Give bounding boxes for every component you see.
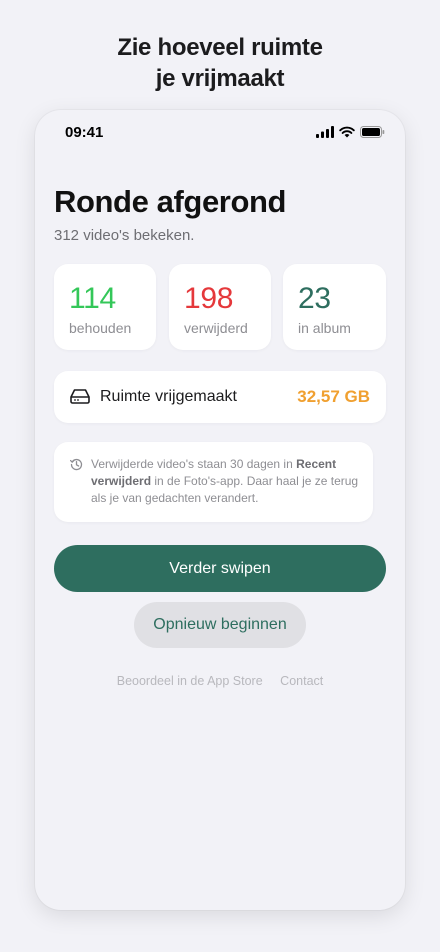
status-time: 09:41: [65, 124, 104, 141]
contact-link[interactable]: Contact: [280, 674, 323, 688]
stat-label: verwijderd: [184, 320, 248, 336]
stat-label: in album: [298, 320, 351, 336]
wifi-icon: [339, 126, 355, 138]
continue-swiping-button[interactable]: Verder swipen: [54, 545, 386, 592]
rate-app-store-link[interactable]: Beoordeel in de App Store: [117, 674, 263, 688]
history-clock-icon: [70, 458, 83, 471]
stat-value: 198: [184, 282, 234, 315]
info-text: Verwijderde video's staan 30 dagen in Re…: [91, 456, 363, 507]
phone-screen: 09:41 Ronde afgerond 312 video's bekeken…: [35, 110, 405, 910]
cellular-signal-icon: [316, 126, 334, 138]
space-freed-card: Ruimte vrijgemaakt 32,57 GB: [54, 371, 386, 423]
stat-label: behouden: [69, 320, 132, 336]
space-freed-value: 32,57 GB: [297, 387, 370, 406]
status-bar: 09:41: [65, 124, 385, 144]
stats-row: 114 behouden 198 verwijderd 23 in album: [54, 264, 386, 350]
stat-card-kept: 114 behouden: [54, 264, 156, 350]
marketing-headline: Zie hoeveel ruimte je vrijmaakt: [0, 32, 440, 94]
stat-card-album: 23 in album: [283, 264, 386, 350]
battery-icon: [360, 126, 385, 138]
info-card: Verwijderde video's staan 30 dagen in Re…: [54, 442, 373, 522]
headline-line-2: je vrijmaakt: [155, 65, 285, 92]
space-freed-label: Ruimte vrijgemaakt: [100, 388, 237, 405]
stat-value: 23: [298, 282, 331, 315]
status-icons: [316, 126, 385, 138]
footer-links: Beoordeel in de App Store Contact: [35, 674, 405, 688]
stat-value: 114: [69, 282, 116, 315]
drive-icon: [70, 389, 90, 404]
page-subtitle: 312 video's bekeken.: [54, 227, 195, 244]
restart-button[interactable]: Opnieuw beginnen: [134, 602, 306, 648]
info-text-before: Verwijderde video's staan 30 dagen in: [91, 457, 297, 471]
headline-line-1: Zie hoeveel ruimte: [117, 34, 323, 61]
stat-card-deleted: 198 verwijderd: [169, 264, 271, 350]
page-title: Ronde afgerond: [54, 184, 287, 219]
